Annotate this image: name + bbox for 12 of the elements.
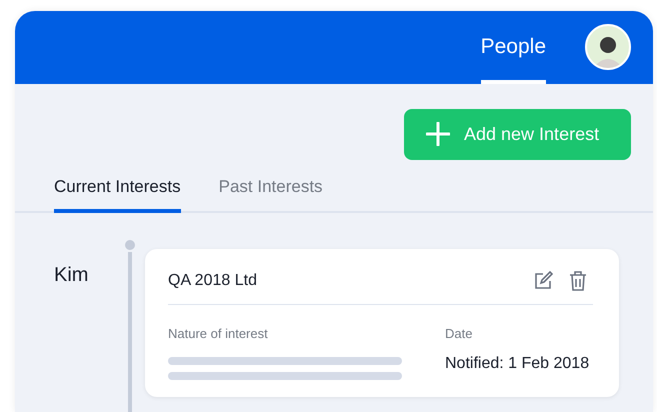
avatar[interactable]	[585, 24, 631, 70]
field-value: Notified: 1 Feb 2018	[445, 354, 590, 374]
field-label: Date	[445, 325, 474, 343]
edit-icon[interactable]	[533, 271, 553, 291]
tab[interactable]: Current Interests	[54, 174, 181, 213]
nav-link[interactable]: People	[480, 11, 546, 84]
field-label: Nature of interest	[168, 325, 269, 343]
person-name: Kim	[54, 263, 90, 288]
delete-icon[interactable]	[569, 271, 587, 291]
card-title: QA 2018 Ltd	[168, 271, 257, 291]
plus-icon	[426, 122, 450, 146]
tab[interactable]: Past Interests	[218, 174, 323, 213]
